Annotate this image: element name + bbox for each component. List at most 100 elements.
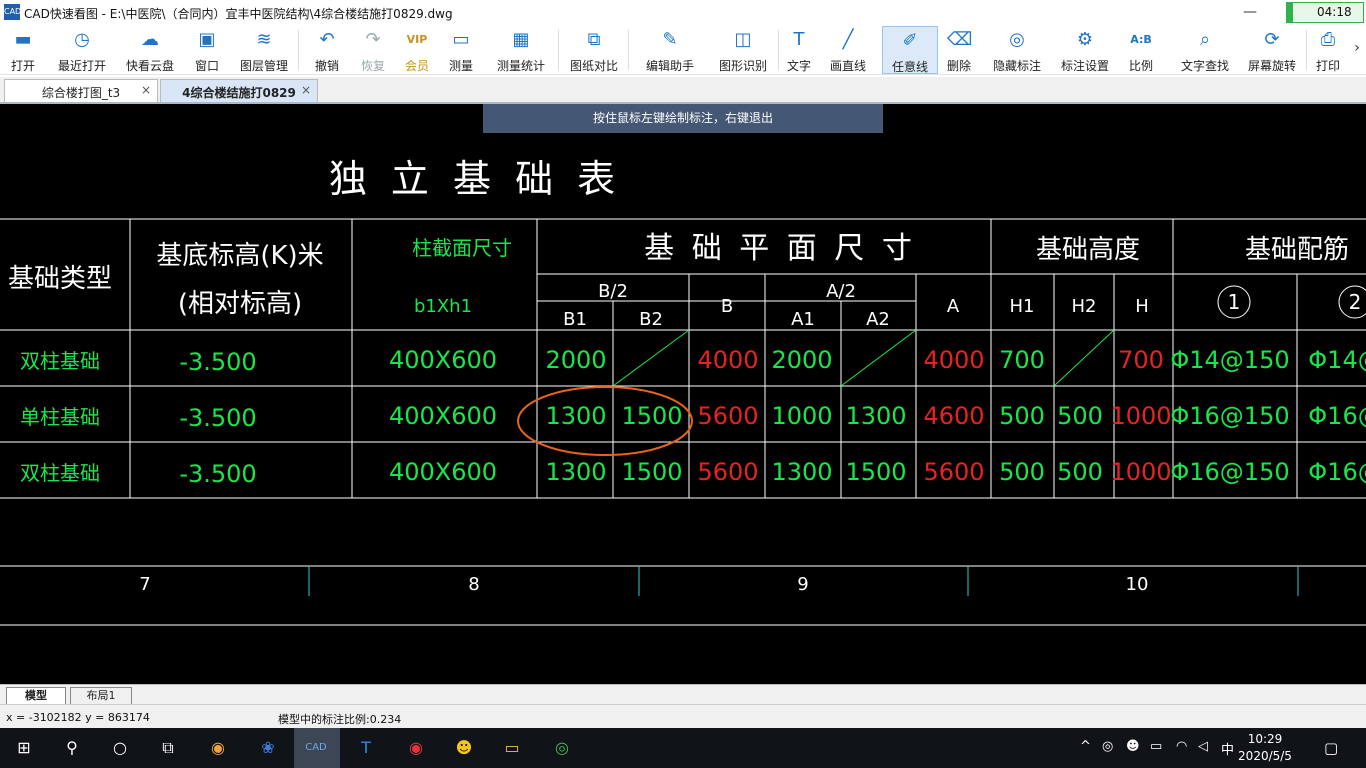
music-app-icon[interactable]: ◉ xyxy=(402,734,430,762)
toolbar-button-label: 撤销 xyxy=(314,59,339,73)
toolbar-print-button[interactable]: ⎙ 打印 xyxy=(1312,26,1344,73)
drawing-canvas[interactable]: 独 立 基 础 表基础类型 基底标高(K)米 (相对标高) 柱截面尺寸 b1Xh1 基 础… xyxy=(0,104,1366,684)
layout-tab-layout1[interactable]: 布局1 xyxy=(70,687,132,704)
text-app-icon[interactable]: T xyxy=(352,734,380,762)
toolbar-text-button[interactable]: T 文字 xyxy=(782,26,816,73)
cell-b2: 1500 xyxy=(621,402,682,430)
tray-up-icon[interactable]: ^ xyxy=(1080,739,1091,754)
toolbar-button-label: 屏幕旋转 xyxy=(1247,59,1296,73)
empty-cell-diagonal xyxy=(840,329,917,387)
qq-icon[interactable]: ☻ xyxy=(450,734,478,762)
notification-icon[interactable]: ▢ xyxy=(1324,739,1338,757)
taskbar-clock[interactable]: 10:29 2020/5/5 xyxy=(1230,731,1300,765)
undo-icon: ↶ xyxy=(319,29,335,50)
tab-document-1[interactable]: 综合楼打图_t3 × xyxy=(4,79,158,102)
toolbar-button-label: 删除 xyxy=(946,59,971,73)
wifi-icon[interactable]: ◠ xyxy=(1176,739,1187,754)
browser-icon[interactable]: ◉ xyxy=(204,734,232,762)
print-icon: ⎙ xyxy=(1320,29,1336,50)
cell-b1: 1300 xyxy=(545,458,606,486)
toolbar-text-search-button[interactable]: ⌕ 文字查找 xyxy=(1174,26,1236,73)
toolbar-undo-button[interactable]: ↶ 撤销 xyxy=(312,26,342,73)
task-view-icon[interactable]: ⧉ xyxy=(154,734,182,762)
toolbar-annotation-settings-button[interactable]: ⚙ 标注设置 xyxy=(1056,26,1114,73)
tray-qq-icon[interactable]: ☻ xyxy=(1126,739,1140,754)
toolbar-hide-annotation-button[interactable]: ◎ 隐藏标注 xyxy=(988,26,1046,73)
clock-time: 10:29 xyxy=(1247,732,1283,746)
wechat-icon[interactable]: ◎ xyxy=(548,734,576,762)
cad-app-icon[interactable]: CAD xyxy=(302,734,330,762)
toolbar-measure-stats-button[interactable]: ▦ 测量统计 xyxy=(490,26,552,73)
header-a2: A2 xyxy=(866,309,890,330)
toolbar-window-button[interactable]: ▣ 窗口 xyxy=(188,26,226,73)
toolbar-clock-button[interactable]: ◷ 最近打开 xyxy=(52,26,112,73)
search-icon[interactable]: ⚲ xyxy=(58,734,86,762)
cell-r1: Φ14@150 xyxy=(1170,346,1289,374)
toolbar-button-label: 打印 xyxy=(1315,59,1340,73)
app-logo-icon: CAD xyxy=(4,4,21,20)
windows-start-icon[interactable]: ⊞ xyxy=(10,734,38,762)
close-icon[interactable]: × xyxy=(141,83,151,97)
empty-cell-diagonal xyxy=(612,329,690,387)
file-explorer-icon[interactable]: ▭ xyxy=(498,734,526,762)
header-h2: H2 xyxy=(1072,296,1097,317)
toolbar-vip-button[interactable]: VIP 会员 xyxy=(400,26,434,73)
toolbar-compare-button[interactable]: ⧉ 图纸对比 xyxy=(566,26,622,73)
toolbar-button-label: 比例 xyxy=(1128,59,1153,73)
header-elevation-note: (相对标高) xyxy=(178,289,302,319)
cad-drawing: 独 立 基 础 表基础类型 基底标高(K)米 (相对标高) 柱截面尺寸 b1Xh1 基 础… xyxy=(0,157,1366,626)
toolbar-edit-assistant-button[interactable]: ✎ 编辑助手 xyxy=(640,26,700,73)
toolbar-separator xyxy=(558,30,559,70)
tab-document-2[interactable]: 4综合楼结施打0829 × xyxy=(160,79,318,102)
edit-assistant-icon: ✎ xyxy=(662,29,678,50)
cell-elev: -3.500 xyxy=(179,348,256,376)
toolbar-button-label: 测量 xyxy=(448,59,473,73)
cell-a2: 1500 xyxy=(845,458,906,486)
toolbar-button-label: 画直线 xyxy=(829,59,866,73)
close-icon[interactable]: × xyxy=(301,83,311,97)
main-toolbar: › ▬ 打开 ◷ 最近打开 ☁ 快看云盘 ▣ 窗口 ≋ 图层管理 ↶ 撤销 ↷ 恢复 VIP 会员 ▭ 测量 ▦ 测量… xyxy=(0,24,1366,75)
cell-section: 400X600 xyxy=(389,346,497,374)
chevron-right-icon[interactable]: › xyxy=(1350,38,1364,58)
cell-b1: 1300 xyxy=(545,402,606,430)
toolbar-separator xyxy=(298,30,299,70)
toolbar-folder-button[interactable]: ▬ 打开 xyxy=(6,26,40,73)
toolbar-line-button[interactable]: ╱ 画直线 xyxy=(826,26,870,73)
cell-a: 5600 xyxy=(923,458,984,486)
cortana-icon[interactable]: ○ xyxy=(106,734,134,762)
volume-icon[interactable]: ◁ xyxy=(1198,739,1208,754)
cell-a1: 1300 xyxy=(771,458,832,486)
cloud-icon: ☁ xyxy=(141,29,159,50)
layout-tab-model[interactable]: 模型 xyxy=(6,687,66,704)
hide-annotation-icon: ◎ xyxy=(1009,29,1025,50)
ime-indicator[interactable]: 中 xyxy=(1221,739,1234,758)
header-plan-size: 基 础 平 面 尺 寸 xyxy=(644,231,916,266)
toolbar-ruler-button[interactable]: ▭ 测量 xyxy=(444,26,478,73)
toolbar-layers-button[interactable]: ≋ 图层管理 xyxy=(236,26,292,73)
compare-icon: ⧉ xyxy=(587,29,601,50)
measure-stats-icon: ▦ xyxy=(512,29,530,50)
tray-wechat-icon[interactable]: ◎ xyxy=(1102,739,1113,754)
battery-icon[interactable]: ▭ xyxy=(1150,739,1162,754)
toolbar-rotate-screen-button[interactable]: ⟳ 屏幕旋转 xyxy=(1244,26,1300,73)
text-icon: T xyxy=(793,29,805,50)
toolbar-eraser-button[interactable]: ⌫ 删除 xyxy=(942,26,976,73)
cell-h: 700 xyxy=(1118,346,1164,374)
toolbar-scale-button[interactable]: A:B 比例 xyxy=(1124,26,1158,73)
header-b1: B1 xyxy=(563,309,587,330)
cell-a: 4000 xyxy=(923,346,984,374)
minimize-icon[interactable]: — xyxy=(1240,2,1260,22)
document-tabs: 综合楼打图_t3 × 4综合楼结施打0829 × xyxy=(0,77,1366,104)
cell-h: 1000 xyxy=(1110,402,1171,430)
folder-icon: ▬ xyxy=(14,29,32,50)
cell-b2: 1500 xyxy=(621,458,682,486)
cloud-app-icon[interactable]: ❀ xyxy=(254,734,282,762)
toolbar-shape-recognize-button[interactable]: ◫ 图形识别 xyxy=(714,26,772,73)
header-a-half: A/2 xyxy=(826,281,856,302)
toolbar-separator xyxy=(1306,30,1307,70)
cell-r1: Φ16@150 xyxy=(1170,402,1289,430)
toolbar-redo-button[interactable]: ↷ 恢复 xyxy=(356,26,390,73)
toolbar-freehand-button[interactable]: ✐ 任意线 xyxy=(882,26,938,74)
toolbar-cloud-button[interactable]: ☁ 快看云盘 xyxy=(122,26,178,73)
rotate-screen-icon: ⟳ xyxy=(1264,29,1280,50)
